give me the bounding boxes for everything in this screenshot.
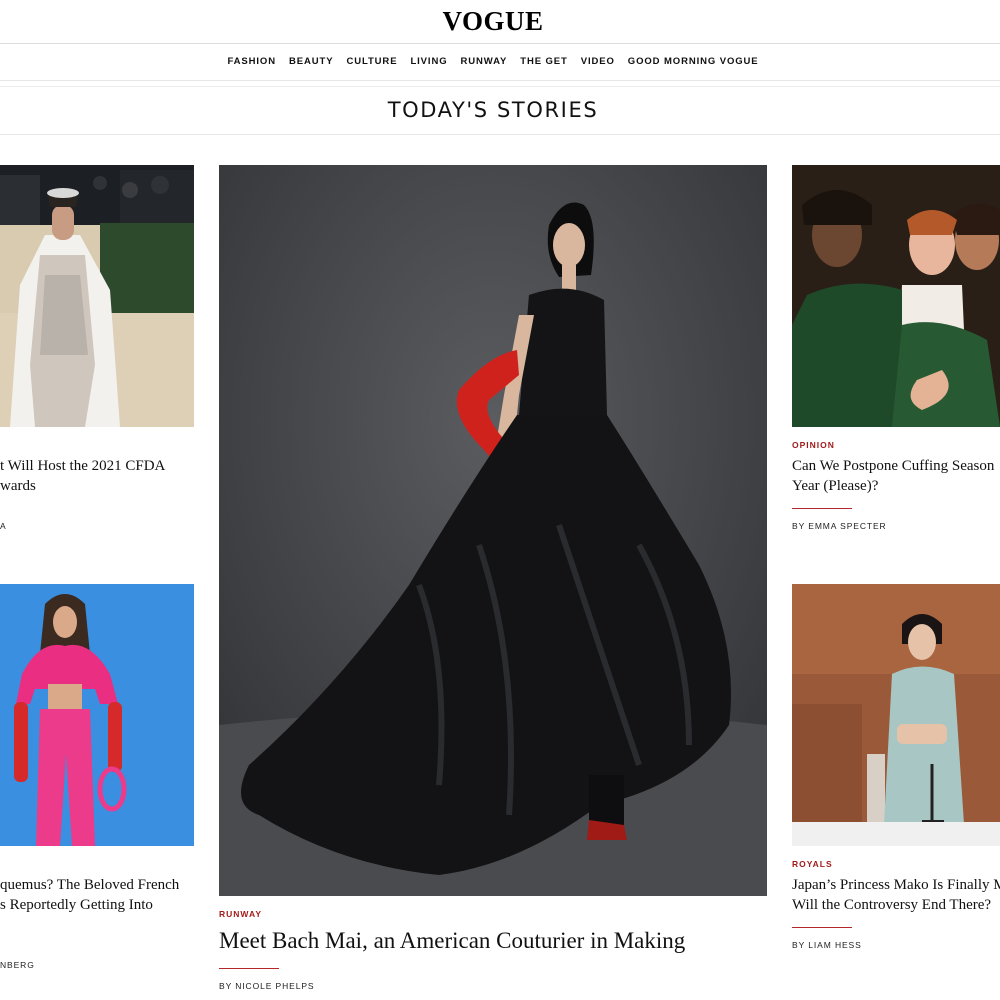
story-byline[interactable]: BY LIAM HESS [792,940,862,950]
story-headline[interactable]: t Will Host the 2021 CFDA wards [0,456,194,500]
story-byline[interactable]: A [0,521,7,531]
feature-story-category[interactable]: RUNWAY [219,909,262,919]
vogue-logo[interactable]: VOGUE [0,6,986,36]
story-right-top-category[interactable]: OPINION [792,440,835,450]
story-image-left-top[interactable] [0,165,194,427]
nav-item-runway[interactable]: RUNWAY [461,54,508,70]
story-image-right-bottom[interactable] [792,584,1000,846]
nav-item-culture[interactable]: CULTURE [346,54,397,70]
story-right-bottom-category[interactable]: ROYALS [792,859,833,869]
nav-item-fashion[interactable]: FASHION [227,54,276,70]
nav-item-video[interactable]: VIDEO [581,54,615,70]
story-byline[interactable]: NBERG [0,960,35,970]
story-divider [792,927,852,928]
nav-item-living[interactable]: LIVING [410,54,447,70]
story-divider [792,508,852,509]
story-headline[interactable]: Japan’s Princess Mako Is Finally M Will … [792,875,1000,919]
story-image-right-top[interactable] [792,165,1000,427]
story-image-left-bottom[interactable] [0,584,194,846]
story-left-top-text: t Will Host the 2021 CFDA wards [0,456,194,500]
feature-story-headline[interactable]: Meet Bach Mai, an American Couturier in … [219,927,779,957]
nav-divider-top [0,80,1000,81]
story-byline[interactable]: BY EMMA SPECTER [792,521,887,531]
main-nav: FASHION BEAUTY CULTURE LIVING RUNWAY THE… [0,54,986,70]
feature-story-byline[interactable]: BY NICOLE PHELPS [219,981,315,991]
feature-story-image[interactable] [219,165,767,896]
story-headline[interactable]: quemus? The Beloved French s Reportedly … [0,875,194,919]
section-title: TODAY'S STORIES [387,98,599,122]
nav-item-the-get[interactable]: THE GET [520,54,567,70]
section-divider [0,134,1000,135]
feature-story-divider [219,968,279,969]
nav-divider-bottom [0,86,1000,87]
nav-item-beauty[interactable]: BEAUTY [289,54,333,70]
nav-item-good-morning-vogue[interactable]: GOOD MORNING VOGUE [628,54,759,70]
story-left-bottom-text: quemus? The Beloved French s Reportedly … [0,875,194,919]
story-right-top-text: Can We Postpone Cuffing Season Year (Ple… [792,456,1000,500]
story-right-bottom-text: Japan’s Princess Mako Is Finally M Will … [792,875,1000,919]
story-headline[interactable]: Can We Postpone Cuffing Season Year (Ple… [792,456,1000,500]
header-divider [0,43,1000,44]
